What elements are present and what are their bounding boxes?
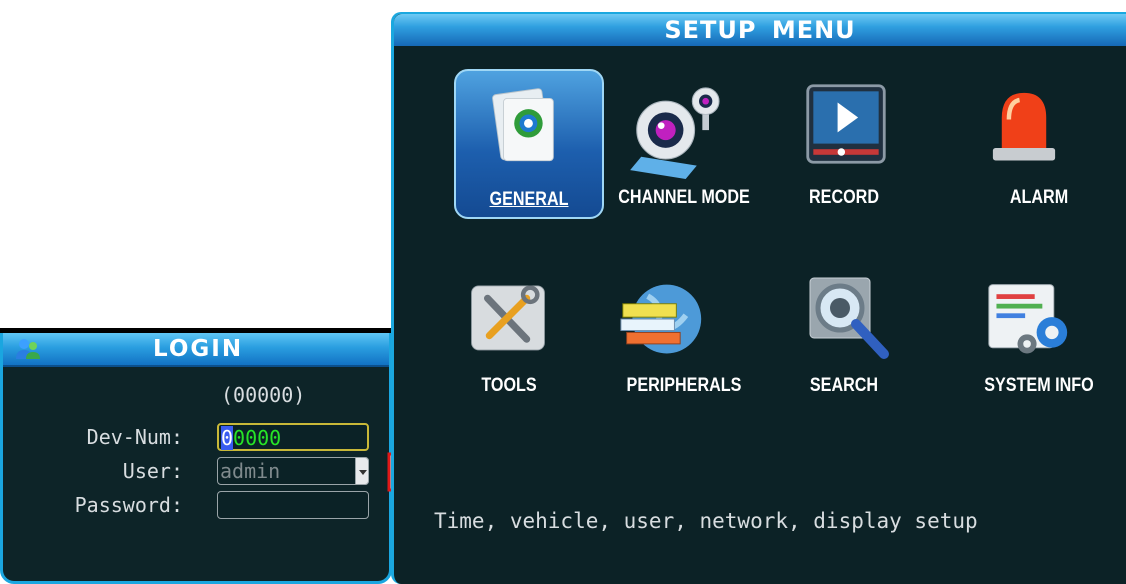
login-title: LOGIN <box>153 336 244 362</box>
menu-item-alarm[interactable]: ALARM <box>954 69 1104 219</box>
dev-num-label: Dev-Num: <box>86 425 183 449</box>
text-cursor: 0 <box>221 426 234 450</box>
user-label: User: <box>122 459 183 483</box>
settings-document-icon <box>492 88 554 162</box>
menu-label-tools: TOOLS <box>481 375 537 396</box>
user-select[interactable]: admin <box>217 457 369 485</box>
menu-label-alarm: ALARM <box>1009 187 1069 208</box>
menu-item-system-info[interactable]: SYSTEM INFO <box>954 257 1104 407</box>
dev-num-value: 0000 <box>233 426 282 450</box>
menu-description: Time, vehicle, user, network, display se… <box>434 509 978 533</box>
password-input[interactable] <box>217 491 369 519</box>
chevron-down-icon[interactable] <box>355 457 369 485</box>
users-icon <box>16 339 40 359</box>
menu-item-peripherals[interactable]: PERIPHERALS <box>604 257 754 407</box>
webcam-icon <box>630 87 720 179</box>
password-label: Password: <box>74 493 183 517</box>
menu-label-peripherals: PERIPHERALS <box>626 375 742 396</box>
menu-label-record: RECORD <box>809 187 879 208</box>
device-number-hint: (00000) <box>221 383 306 407</box>
menu-item-tools[interactable]: TOOLS <box>414 257 564 407</box>
setup-menu: SETUP MENU GENERAL CHANNEL MODE RECORD A… <box>391 12 1126 584</box>
dev-num-input[interactable]: 00000 <box>217 423 369 451</box>
system-info-icon <box>988 284 1068 354</box>
menu-label-channel-mode: CHANNEL MODE <box>618 187 750 208</box>
user-value: admin <box>220 459 281 483</box>
menu-label-general: GENERAL <box>489 189 569 210</box>
menu-item-general[interactable]: GENERAL <box>394 14 614 234</box>
peripherals-globe-icon <box>620 284 702 354</box>
menu-label-system-info: SYSTEM INFO <box>984 375 1094 396</box>
siren-icon <box>992 92 1056 161</box>
menu-item-search[interactable]: SEARCH <box>769 257 919 407</box>
magnifier-icon <box>809 277 889 359</box>
menu-item-record[interactable]: RECORD <box>769 69 919 219</box>
menu-item-channel-mode[interactable]: CHANNEL MODE <box>604 69 754 219</box>
menu-label-search: SEARCH <box>809 375 879 396</box>
tools-icon <box>471 285 545 351</box>
login-titlebar: LOGIN <box>3 333 389 367</box>
video-play-icon <box>806 84 886 164</box>
login-dialog: LOGIN (00000) Dev-Num: 00000 User: admin… <box>0 328 395 584</box>
